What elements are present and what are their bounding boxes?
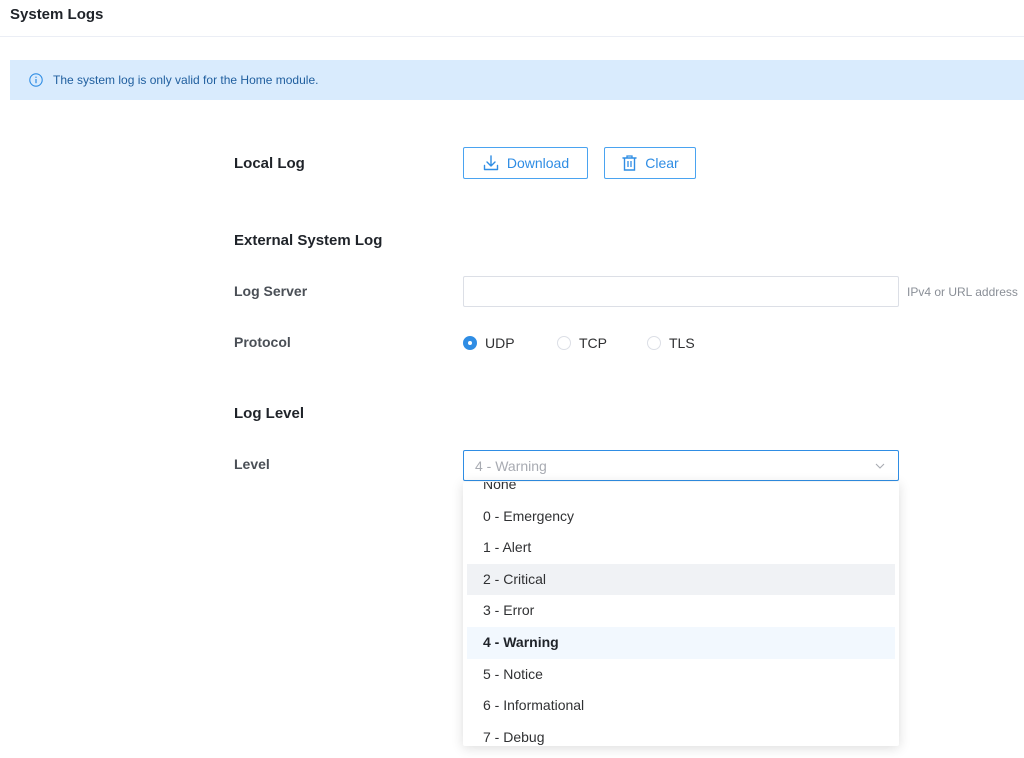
protocol-radio-tls[interactable]: TLS	[647, 335, 695, 351]
radio-dot	[463, 336, 477, 350]
level-option-alert[interactable]: 1 - Alert	[467, 532, 895, 564]
clear-button[interactable]: Clear	[604, 147, 696, 179]
download-button[interactable]: Download	[463, 147, 588, 179]
level-option-warning[interactable]: 4 - Warning	[467, 626, 895, 659]
trash-icon	[622, 155, 637, 171]
level-select-value: 4 - Warning	[475, 457, 547, 474]
log-server-hint: IPv4 or URL address	[907, 285, 1018, 299]
level-option-critical[interactable]: 2 - Critical	[467, 563, 895, 596]
level-option-notice[interactable]: 5 - Notice	[467, 659, 895, 691]
download-button-label: Download	[506, 155, 570, 171]
level-option-debug[interactable]: 7 - Debug	[467, 722, 895, 746]
clear-button-label: Clear	[645, 155, 679, 171]
level-select[interactable]: 4 - Warning	[463, 450, 899, 481]
level-option-none[interactable]: None	[467, 482, 895, 501]
radio-dot	[647, 336, 661, 350]
page-title: System Logs	[10, 6, 104, 23]
level-label: Level	[234, 456, 270, 472]
level-dropdown: None 0 - Emergency 1 - Alert 2 - Critica…	[463, 482, 899, 746]
info-icon	[29, 73, 43, 87]
protocol-label-tcp: TCP	[579, 335, 607, 351]
log-server-label: Log Server	[234, 283, 308, 299]
protocol-radio-tcp[interactable]: TCP	[557, 335, 607, 351]
level-options-list: None 0 - Emergency 1 - Alert 2 - Critica…	[463, 482, 899, 746]
level-option-error[interactable]: 3 - Error	[467, 595, 895, 627]
title-divider	[0, 36, 1024, 37]
log-server-input[interactable]	[463, 276, 899, 307]
info-banner: The system log is only valid for the Hom…	[10, 60, 1024, 100]
info-banner-text: The system log is only valid for the Hom…	[53, 73, 319, 87]
protocol-label-tls: TLS	[669, 335, 695, 351]
level-option-informational[interactable]: 6 - Informational	[467, 690, 895, 722]
chevron-down-icon	[875, 463, 885, 469]
download-icon	[483, 155, 499, 171]
protocol-label-udp: UDP	[485, 335, 515, 351]
local-log-heading: Local Log	[234, 155, 305, 172]
log-level-heading: Log Level	[234, 405, 305, 422]
protocol-label: Protocol	[234, 334, 291, 350]
protocol-radio-udp[interactable]: UDP	[463, 335, 515, 351]
external-log-heading: External System Log	[234, 232, 383, 249]
level-option-emergency[interactable]: 0 - Emergency	[467, 501, 895, 533]
radio-dot	[557, 336, 571, 350]
